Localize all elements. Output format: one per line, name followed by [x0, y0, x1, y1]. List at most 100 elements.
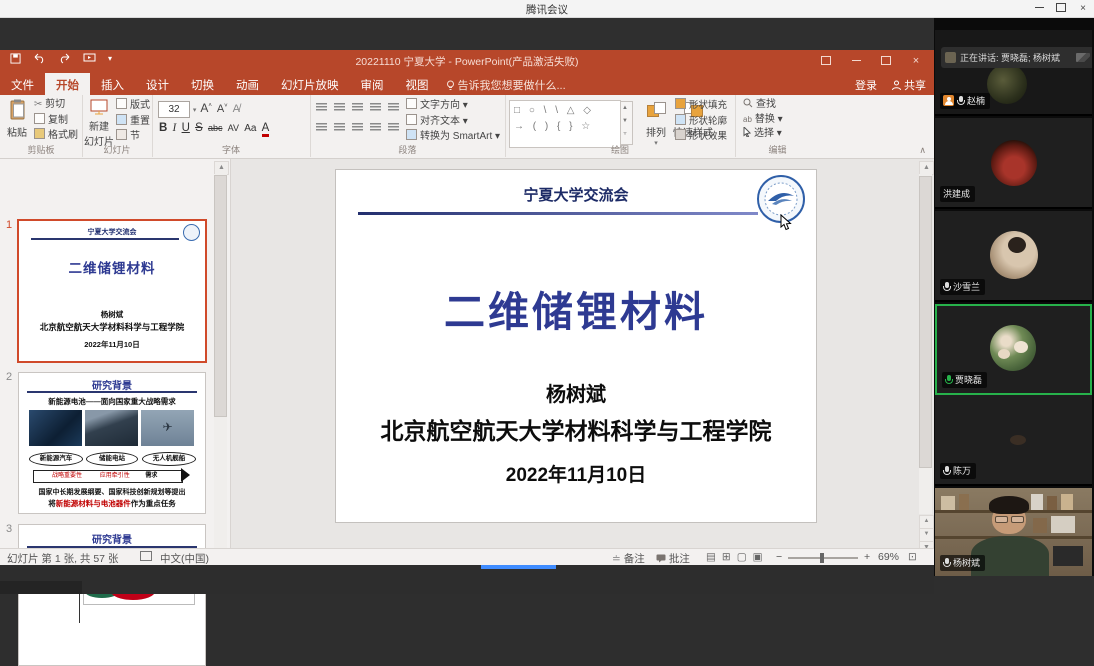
notes-button[interactable]: ≐ 备注: [612, 551, 645, 566]
align-right-icon[interactable]: [352, 123, 363, 132]
slide-canvas[interactable]: 宁夏大学交流会 二维储锂材料 杨树斌 北京航空航天大学材料科学与工程学院 202…: [336, 170, 816, 522]
paste-button[interactable]: 粘贴: [2, 99, 32, 139]
zoom-in-button[interactable]: +: [864, 551, 870, 563]
tab-slideshow[interactable]: 幻灯片放映: [270, 73, 350, 95]
participant-tile-6-video[interactable]: 杨树斌: [935, 488, 1092, 576]
participant-tile-5[interactable]: 陈万: [935, 395, 1092, 486]
meeting-share-toolbar-tab[interactable]: [481, 565, 556, 569]
layout-button[interactable]: 版式: [116, 98, 150, 114]
participant-tile-1[interactable]: 正在讲话: 贾晓磊; 杨树斌 赵楠: [935, 30, 1092, 116]
tab-file[interactable]: 文件: [0, 73, 45, 95]
tab-transitions[interactable]: 切换: [180, 73, 225, 95]
slide-thumbnail-2[interactable]: 研究背景 新能源电池——面向国家重大战略需求 ✈ 新能源汽车 储能电站 无人机舰…: [18, 372, 206, 514]
tab-insert[interactable]: 插入: [90, 73, 135, 95]
tab-view[interactable]: 视图: [395, 73, 440, 95]
participant-name: 贾晓磊: [955, 373, 982, 386]
collapse-ribbon-icon[interactable]: ∧: [919, 145, 926, 156]
participant-avatar: [990, 325, 1036, 371]
shape-gallery-scroll[interactable]: ▲▼▿: [620, 101, 633, 145]
participant-name-chip: 陈万: [940, 463, 976, 479]
slide-date: 2022年11月10日: [336, 460, 816, 487]
char-spacing-button[interactable]: AV: [228, 123, 239, 133]
os-maximize-button[interactable]: [1050, 0, 1072, 17]
arrange-button[interactable]: 排列▾: [639, 99, 673, 147]
shape-gallery[interactable]: □ ○ \ \ △ ◇ → ( ) { } ☆ ▲▼▿: [509, 100, 621, 148]
thumb-scrollbar-track[interactable]: [214, 174, 227, 548]
ppt-minimize-button[interactable]: [842, 50, 870, 73]
comments-button[interactable]: 批注: [656, 551, 690, 566]
slide-thumbnail-panel: 1 宁夏大学交流会 二维储锂材料 杨树斌 北京航空航天大学材料科学与工程学院 2…: [0, 159, 231, 548]
os-close-button[interactable]: ×: [1072, 0, 1094, 17]
tab-home[interactable]: 开始: [45, 73, 90, 95]
next-slide-button[interactable]: ▼▼: [919, 528, 934, 542]
shape-fill-button[interactable]: 形状填充: [675, 98, 731, 114]
ribbon: 粘贴 ✂ 剪切 复制 格式刷 剪贴板 新建幻灯片 版式 重置 节: [0, 95, 934, 159]
os-minimize-button[interactable]: [1028, 0, 1050, 17]
lightbulb-icon: [446, 80, 455, 91]
slide-thumbnail-1[interactable]: 宁夏大学交流会 二维储锂材料 杨树斌 北京航空航天大学材料科学与工程学院 202…: [17, 219, 207, 363]
align-center-icon[interactable]: [334, 123, 345, 132]
change-case-button[interactable]: Aa: [244, 123, 256, 134]
shape-outline-button[interactable]: 形状轮廓: [675, 114, 731, 130]
align-left-icon[interactable]: [316, 123, 327, 132]
share-button[interactable]: 共享: [891, 77, 926, 93]
bold-button[interactable]: B: [159, 122, 167, 134]
ppt-restore-button[interactable]: [872, 50, 900, 73]
columns-icon[interactable]: [388, 123, 399, 132]
cut-button[interactable]: ✂ 剪切: [34, 98, 78, 113]
reset-button[interactable]: 重置: [116, 114, 150, 130]
display-settings-icon[interactable]: [140, 551, 152, 563]
replace-button[interactable]: ab替换 ▾: [743, 113, 783, 128]
grow-font-button[interactable]: A˄: [200, 101, 212, 115]
ppt-close-button[interactable]: ×: [902, 50, 930, 73]
align-text-button[interactable]: 对齐文本 ▾: [406, 114, 500, 130]
participant-tile-2[interactable]: 洪建成: [935, 118, 1092, 209]
copy-button[interactable]: 复制: [34, 113, 78, 129]
language-indicator[interactable]: 中文(中国): [160, 551, 209, 566]
justify-icon[interactable]: [370, 123, 381, 132]
editor-scroll-up-arrow[interactable]: ▲: [919, 161, 934, 175]
participant-avatar: [987, 64, 1027, 104]
text-direction-button[interactable]: 文字方向 ▾: [406, 98, 500, 114]
numbering-icon[interactable]: [334, 103, 345, 112]
tab-animations[interactable]: 动画: [225, 73, 270, 95]
font-color-button[interactable]: A: [262, 122, 270, 137]
previous-slide-button[interactable]: ▲▲: [919, 515, 934, 529]
thumb2-line2: 将新能源材料与电池器件作为重点任务: [19, 498, 205, 509]
thumb2-divider: [27, 391, 197, 393]
zoom-out-button[interactable]: −: [776, 551, 782, 563]
line-spacing-icon[interactable]: [388, 103, 399, 112]
participant-tile-4-active-speaker[interactable]: 贾晓磊: [935, 304, 1092, 395]
zoom-level[interactable]: 69%: [878, 551, 899, 563]
italic-button[interactable]: I: [173, 122, 177, 134]
thumb-scroll-up-arrow[interactable]: ▲: [214, 161, 229, 175]
shrink-font-button[interactable]: A˅: [217, 103, 228, 115]
bullets-icon[interactable]: [316, 103, 327, 112]
text-shadow-button[interactable]: abc: [208, 123, 223, 133]
tab-review[interactable]: 审阅: [350, 73, 395, 95]
fit-slide-to-window-icon[interactable]: ⊡: [908, 551, 917, 563]
view-buttons[interactable]: ▤⊞▢▣: [706, 551, 769, 563]
font-size-input[interactable]: 32: [158, 101, 190, 118]
find-button[interactable]: 查找: [743, 98, 783, 113]
zoom-slider-handle[interactable]: [820, 553, 824, 563]
select-button[interactable]: 选择 ▾: [743, 127, 783, 142]
underline-button[interactable]: U: [182, 122, 190, 134]
format-painter-button[interactable]: 格式刷: [34, 128, 78, 144]
participant-tile-3[interactable]: 沙雪兰: [935, 211, 1092, 302]
zoom-slider-track[interactable]: [788, 557, 858, 559]
tab-design[interactable]: 设计: [135, 73, 180, 95]
slide-thumbnail-3[interactable]: 研究背景 10000 1000: [18, 524, 206, 666]
signin-button[interactable]: 登录: [855, 77, 877, 93]
new-slide-button[interactable]: 新建幻灯片: [83, 99, 115, 148]
strikethrough-button[interactable]: S: [195, 122, 203, 134]
thumb-scrollbar-thumb[interactable]: [214, 175, 227, 417]
increase-indent-icon[interactable]: [370, 103, 381, 112]
decrease-indent-icon[interactable]: [352, 103, 363, 112]
ribbon-display-options-icon[interactable]: [812, 50, 840, 73]
editor-scrollbar-track[interactable]: [919, 174, 932, 514]
clear-formatting-button[interactable]: A̸: [233, 103, 240, 115]
tell-me-box[interactable]: 告诉我您想要做什么...: [440, 73, 574, 93]
font-size-spinner[interactable]: ▾: [193, 107, 197, 114]
editor-scrollbar-thumb[interactable]: [919, 176, 932, 468]
